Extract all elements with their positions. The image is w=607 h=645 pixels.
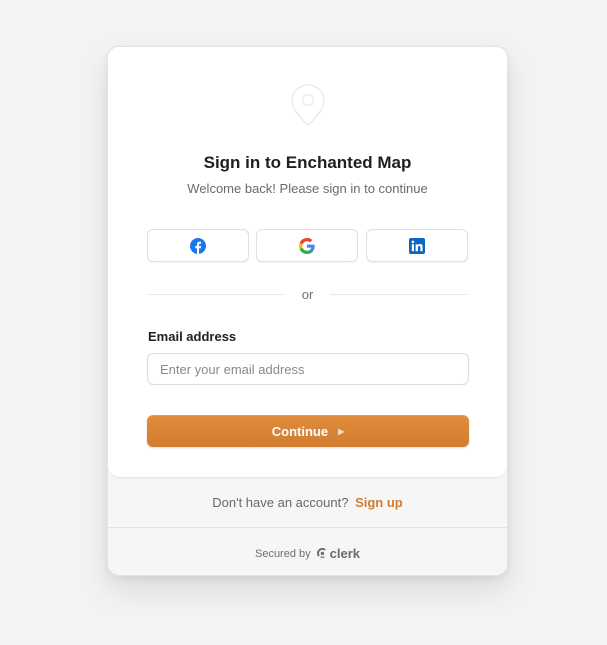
clerk-icon [316,548,326,559]
secured-by-footer: Secured by clerk [108,546,507,561]
facebook-icon [190,237,206,254]
play-arrow-icon: ▶ [338,426,345,436]
facebook-sign-in-button[interactable] [147,229,249,262]
signup-row: Don't have an account? Sign up [108,495,507,510]
email-label: Email address [148,329,237,344]
page-subtitle: Welcome back! Please sign in to continue [187,181,428,196]
footer-divider [108,527,507,528]
clerk-logo[interactable]: clerk [316,546,360,561]
continue-button[interactable]: Continue ▶ [147,415,469,447]
linkedin-icon [409,237,425,254]
clerk-wordmark: clerk [329,546,361,561]
signup-prompt: Don't have an account? [212,495,349,510]
sign-in-card: Sign in to Enchanted Map Welcome back! P… [107,46,508,576]
divider-line-right [330,294,468,295]
map-pin-icon [291,84,325,126]
linkedin-sign-in-button[interactable] [366,229,468,262]
google-sign-in-button[interactable] [256,229,358,262]
secured-by-text: Secured by [254,547,311,560]
page-title: Sign in to Enchanted Map [203,153,412,172]
email-input[interactable] [147,353,469,385]
google-icon [299,237,315,254]
signup-link[interactable]: Sign up [355,495,403,510]
sign-in-main-panel: Sign in to Enchanted Map Welcome back! P… [108,47,507,478]
continue-button-label: Continue [271,423,329,439]
